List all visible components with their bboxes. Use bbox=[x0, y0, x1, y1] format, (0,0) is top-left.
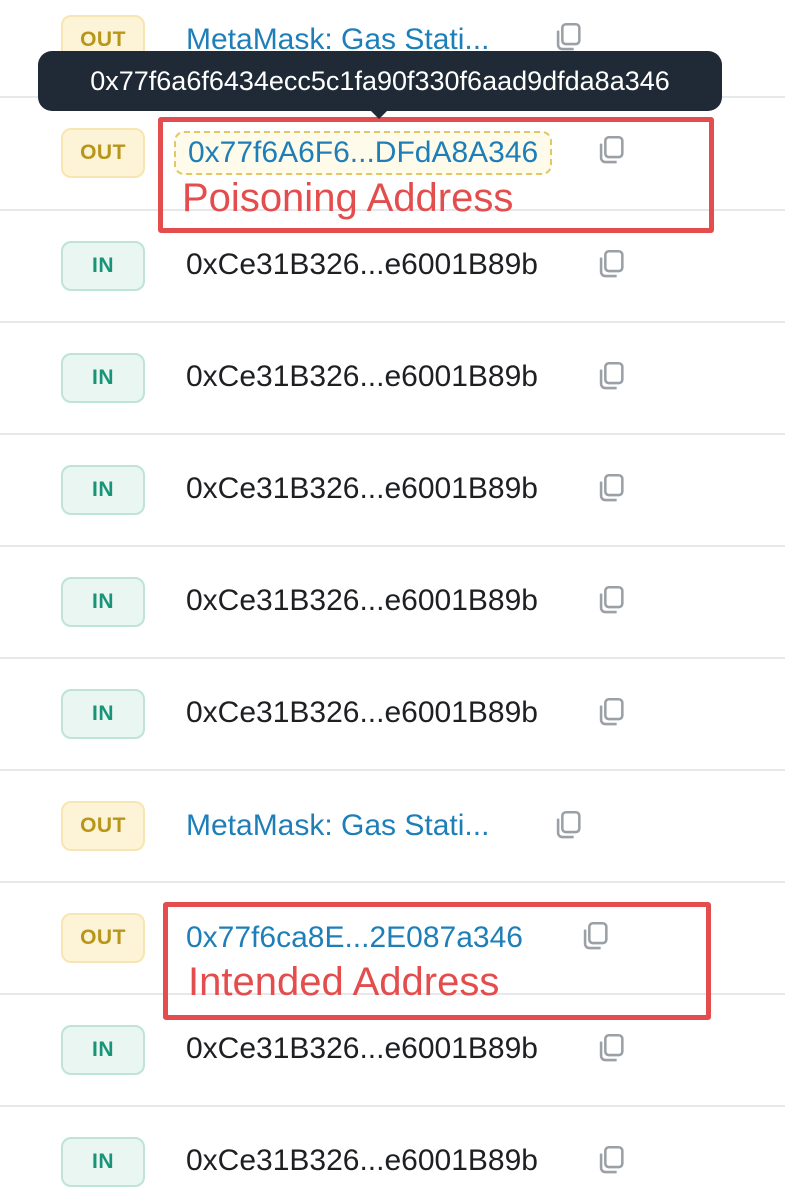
direction-badge-in: IN bbox=[61, 689, 145, 739]
table-row: IN 0xCe31B326...e6001B89b bbox=[0, 659, 785, 771]
copy-icon[interactable] bbox=[551, 808, 585, 842]
direction-badge-in: IN bbox=[61, 465, 145, 515]
direction-badge-in: IN bbox=[61, 353, 145, 403]
table-row: IN 0xCe31B326...e6001B89b bbox=[0, 323, 785, 435]
address-link[interactable]: MetaMask: Gas Stati... bbox=[186, 806, 489, 846]
copy-icon[interactable] bbox=[594, 583, 628, 617]
address-text[interactable]: 0xCe31B326...e6001B89b bbox=[186, 357, 538, 397]
tooltip-arrow bbox=[368, 108, 390, 119]
address-text[interactable]: 0xCe31B326...e6001B89b bbox=[186, 245, 538, 285]
direction-badge-in: IN bbox=[61, 577, 145, 627]
copy-icon[interactable] bbox=[594, 695, 628, 729]
table-row: IN 0xCe31B326...e6001B89b bbox=[0, 1107, 785, 1200]
copy-icon[interactable] bbox=[594, 471, 628, 505]
address-text[interactable]: 0xCe31B326...e6001B89b bbox=[186, 1029, 538, 1069]
direction-badge-out: OUT bbox=[61, 801, 145, 851]
direction-badge-in: IN bbox=[61, 241, 145, 291]
direction-badge-out: OUT bbox=[61, 913, 145, 963]
direction-badge-in: IN bbox=[61, 1025, 145, 1075]
address-text[interactable]: 0xCe31B326...e6001B89b bbox=[186, 1141, 538, 1181]
copy-icon[interactable] bbox=[594, 359, 628, 393]
copy-icon[interactable] bbox=[594, 1143, 628, 1177]
copy-icon[interactable] bbox=[551, 20, 585, 54]
poisoning-address-label: Poisoning Address bbox=[182, 176, 514, 220]
copy-icon[interactable] bbox=[594, 1031, 628, 1065]
address-text[interactable]: 0xCe31B326...e6001B89b bbox=[186, 693, 538, 733]
table-row: IN 0xCe31B326...e6001B89b bbox=[0, 547, 785, 659]
full-address-tooltip: 0x77f6a6f6434ecc5c1fa90f330f6aad9dfda8a3… bbox=[38, 51, 722, 111]
intended-address-label: Intended Address bbox=[188, 960, 500, 1004]
direction-badge-in: IN bbox=[61, 1137, 145, 1187]
address-text[interactable]: 0xCe31B326...e6001B89b bbox=[186, 581, 538, 621]
table-row: OUT MetaMask: Gas Stati... bbox=[0, 771, 785, 883]
address-text[interactable]: 0xCe31B326...e6001B89b bbox=[186, 469, 538, 509]
copy-icon[interactable] bbox=[594, 247, 628, 281]
table-row: IN 0xCe31B326...e6001B89b bbox=[0, 435, 785, 547]
direction-badge-out: OUT bbox=[61, 128, 145, 178]
